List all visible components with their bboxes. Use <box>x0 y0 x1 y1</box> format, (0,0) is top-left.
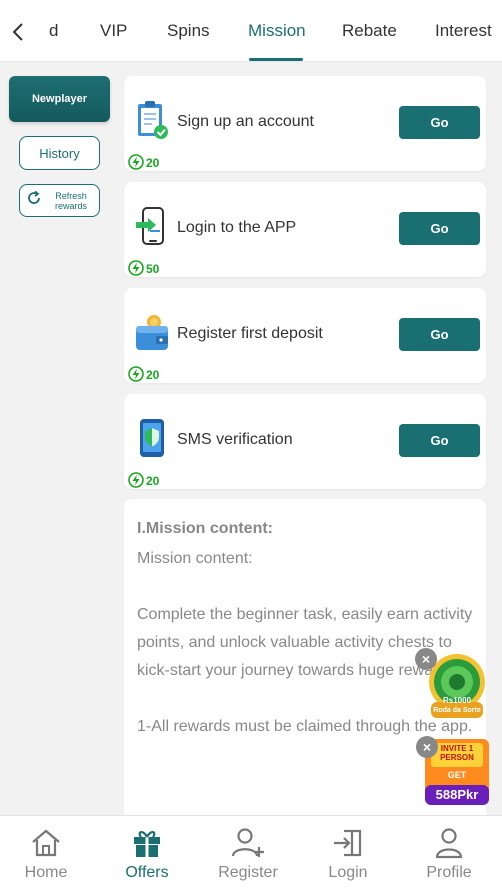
wallet-coin-icon <box>134 312 170 352</box>
nav-label: Register <box>218 864 278 881</box>
nav-offers[interactable]: Offers <box>107 826 187 892</box>
tab-mission[interactable]: Mission <box>248 21 306 41</box>
mission-card: SMS verification Go 20 <box>124 394 486 489</box>
gift-icon <box>130 826 164 860</box>
mission-card: Register first deposit Go 20 <box>124 288 486 383</box>
sidebar: Newplayer History Refresh rewards <box>0 63 118 815</box>
points-value: 20 <box>146 156 160 170</box>
invite-amount: 588Pkr <box>435 787 479 802</box>
user-plus-icon <box>231 826 265 860</box>
login-icon <box>331 826 365 860</box>
mission-points: 20 <box>128 153 160 173</box>
content-heading: I.Mission content: <box>137 520 273 537</box>
mission-card: Sign up an account Go 20 <box>124 76 486 171</box>
close-icon[interactable]: × <box>416 736 438 758</box>
nav-label: Home <box>24 864 68 881</box>
nav-login[interactable]: Login <box>308 826 388 892</box>
go-button[interactable]: Go <box>399 106 480 139</box>
nav-register[interactable]: Register <box>208 826 288 892</box>
mission-card: Login to the APP Go 50 <box>124 182 486 277</box>
nav-label: Login <box>328 864 368 881</box>
sidebar-item-newplayer[interactable]: Newplayer <box>9 76 110 122</box>
invite-line1: INVITE 1 <box>440 744 474 753</box>
phone-login-icon <box>134 206 170 246</box>
tab-vip[interactable]: VIP <box>100 21 127 41</box>
active-tab-indicator <box>249 58 303 61</box>
wheel-amount: Rs1000 <box>443 696 472 705</box>
lightning-icon <box>128 259 146 279</box>
tab-rebate[interactable]: Rebate <box>342 21 397 41</box>
go-button[interactable]: Go <box>399 424 480 457</box>
profile-icon <box>432 826 466 860</box>
points-value: 20 <box>146 368 160 382</box>
mission-points: 50 <box>128 259 160 279</box>
nav-label: Offers <box>125 864 169 881</box>
refresh-icon <box>26 190 42 211</box>
tab-partial[interactable]: d <box>49 21 58 41</box>
content-subheading: Mission content: <box>137 550 253 567</box>
back-chevron-icon[interactable] <box>8 20 28 44</box>
bottom-nav: Home Offers Register Login Profile <box>0 815 502 896</box>
mission-title: Sign up an account <box>177 113 314 130</box>
lightning-icon <box>128 153 146 173</box>
mission-title: Login to the APP <box>177 219 297 236</box>
mission-title: Register first deposit <box>177 325 323 342</box>
nav-label: Profile <box>426 864 472 881</box>
lucky-wheel-promo[interactable]: Rs1000 Roda da Sorte × <box>415 648 491 720</box>
nav-home[interactable]: Home <box>6 826 86 892</box>
wheel-label: Roda da Sorte <box>433 707 481 714</box>
lightning-icon <box>128 365 146 385</box>
clipboard-check-icon <box>134 100 170 140</box>
tab-spins[interactable]: Spins <box>167 21 210 41</box>
nav-profile[interactable]: Profile <box>409 826 489 892</box>
phone-shield-icon <box>134 418 170 458</box>
home-icon <box>29 826 63 860</box>
go-button[interactable]: Go <box>399 212 480 245</box>
mission-title: SMS verification <box>177 431 293 448</box>
invite-line2: PERSON <box>440 753 474 762</box>
go-button[interactable]: Go <box>399 318 480 351</box>
mission-points: 20 <box>128 471 160 491</box>
invite-get: GET <box>447 770 467 780</box>
tab-interest[interactable]: Interest <box>435 21 492 41</box>
history-button[interactable]: History <box>19 136 100 170</box>
top-tab-bar: d VIP Spins Mission Rebate Interest <box>0 0 502 62</box>
refresh-rewards-button[interactable]: Refresh rewards <box>19 184 100 217</box>
invite-promo[interactable]: INVITE 1 PERSON GET 588Pkr × <box>416 735 493 809</box>
mission-points: 20 <box>128 365 160 385</box>
points-value: 20 <box>146 474 160 488</box>
close-icon[interactable]: × <box>415 648 437 670</box>
points-value: 50 <box>146 262 160 276</box>
refresh-rewards-label: Refresh rewards <box>54 190 87 211</box>
lightning-icon <box>128 471 146 491</box>
